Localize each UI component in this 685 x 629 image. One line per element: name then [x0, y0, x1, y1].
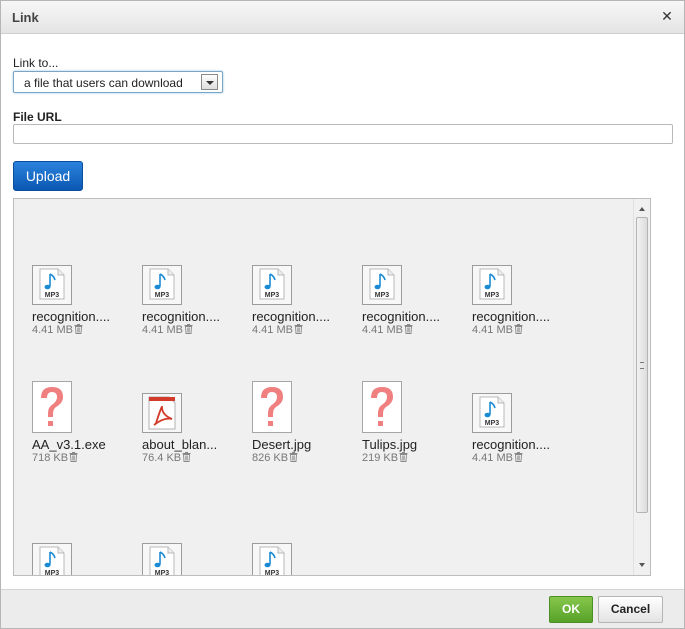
mp3-badge-text: MP3 [155, 570, 170, 576]
trash-icon[interactable] [181, 452, 191, 464]
file-size-value: 4.41 MB [142, 324, 183, 336]
file-size-value: 219 KB [362, 452, 399, 464]
file-name: Desert.jpg [252, 437, 312, 452]
file-size: 4.41 MB [32, 324, 83, 336]
file-size: 718 KB [32, 452, 78, 464]
file-size-value: 4.41 MB [362, 324, 403, 336]
file-name: recognition.... [472, 309, 551, 324]
dialog-titlebar[interactable]: Link ✕ [1, 1, 684, 34]
link-to-selected-value: a file that users can download [24, 76, 183, 90]
file-name: AA_v3.1.exe [32, 437, 106, 452]
mp3-file-icon: MP3 [32, 543, 72, 576]
file-browser: MP3 recognition.... 4.41 MB MP3 recognition.… [13, 198, 651, 576]
file-size-value: 76.4 KB [142, 452, 182, 464]
mp3-file-icon: MP3 [252, 265, 292, 305]
mp3-badge-text: MP3 [485, 292, 500, 299]
mp3-badge-text: MP3 [155, 292, 170, 299]
file-size-value: 4.41 MB [252, 324, 293, 336]
file-url-label: File URL [13, 110, 62, 124]
trash-icon[interactable] [293, 324, 303, 336]
file-size-value: 718 KB [32, 452, 69, 464]
mp3-badge-text: MP3 [45, 292, 60, 299]
unknown-file-icon [32, 381, 72, 433]
upload-button[interactable]: Upload [13, 161, 83, 191]
file-name: about_blan... [142, 437, 218, 452]
mp3-file-icon: MP3 [142, 265, 182, 305]
link-to-label: Link to... [13, 56, 59, 70]
unknown-file-icon [362, 381, 402, 433]
mp3-badge-text: MP3 [375, 292, 390, 299]
ok-button[interactable]: OK [549, 596, 593, 623]
scroll-down-arrow-icon[interactable] [634, 557, 650, 573]
mp3-file-icon: MP3 [472, 393, 512, 433]
link-dialog: Link ✕ Link to... a file that users can … [0, 0, 685, 629]
close-icon[interactable]: ✕ [660, 8, 674, 24]
unknown-file-icon [252, 381, 292, 433]
cancel-button[interactable]: Cancel [598, 596, 663, 623]
file-name: recognition.... [142, 309, 221, 324]
file-name: recognition.... [32, 309, 111, 324]
file-name: recognition.... [362, 309, 441, 324]
scrollbar-thumb[interactable] [636, 217, 648, 513]
trash-icon[interactable] [68, 452, 78, 464]
mp3-badge-text: MP3 [265, 292, 280, 299]
file-name: recognition.... [252, 309, 331, 324]
mp3-file-icon: MP3 [142, 543, 182, 576]
file-size: 76.4 KB [142, 452, 191, 464]
file-size-value: 4.41 MB [472, 452, 513, 464]
dialog-title: Link [12, 10, 39, 25]
trash-icon[interactable] [403, 324, 413, 336]
mp3-file-icon: MP3 [362, 265, 402, 305]
file-size-value: 4.41 MB [32, 324, 73, 336]
scroll-up-arrow-icon[interactable] [634, 201, 650, 217]
file-size: 4.41 MB [472, 452, 523, 464]
trash-icon[interactable] [73, 324, 83, 336]
file-size: 4.41 MB [472, 324, 523, 336]
file-size: 826 KB [252, 452, 298, 464]
file-url-input[interactable] [13, 124, 673, 144]
pdf-file-icon [142, 393, 182, 433]
trash-icon[interactable] [288, 452, 298, 464]
file-size-value: 826 KB [252, 452, 289, 464]
mp3-file-icon: MP3 [252, 543, 292, 576]
link-to-select[interactable]: a file that users can download [13, 71, 223, 93]
mp3-file-icon: MP3 [32, 265, 72, 305]
trash-icon[interactable] [513, 324, 523, 336]
file-name: recognition.... [472, 437, 551, 452]
mp3-badge-text: MP3 [485, 420, 500, 427]
chevron-down-icon[interactable] [201, 74, 218, 90]
file-name: Tulips.jpg [362, 437, 418, 452]
trash-icon[interactable] [398, 452, 408, 464]
vertical-scrollbar[interactable] [633, 199, 650, 575]
file-size: 4.41 MB [252, 324, 303, 336]
mp3-file-icon: MP3 [472, 265, 512, 305]
file-size: 4.41 MB [142, 324, 193, 336]
mp3-badge-text: MP3 [265, 570, 280, 576]
dialog-footer: OK Cancel [1, 589, 684, 628]
trash-icon[interactable] [183, 324, 193, 336]
file-size: 219 KB [362, 452, 408, 464]
file-size: 4.41 MB [362, 324, 413, 336]
trash-icon[interactable] [513, 452, 523, 464]
mp3-badge-text: MP3 [45, 570, 60, 576]
file-size-value: 4.41 MB [472, 324, 513, 336]
